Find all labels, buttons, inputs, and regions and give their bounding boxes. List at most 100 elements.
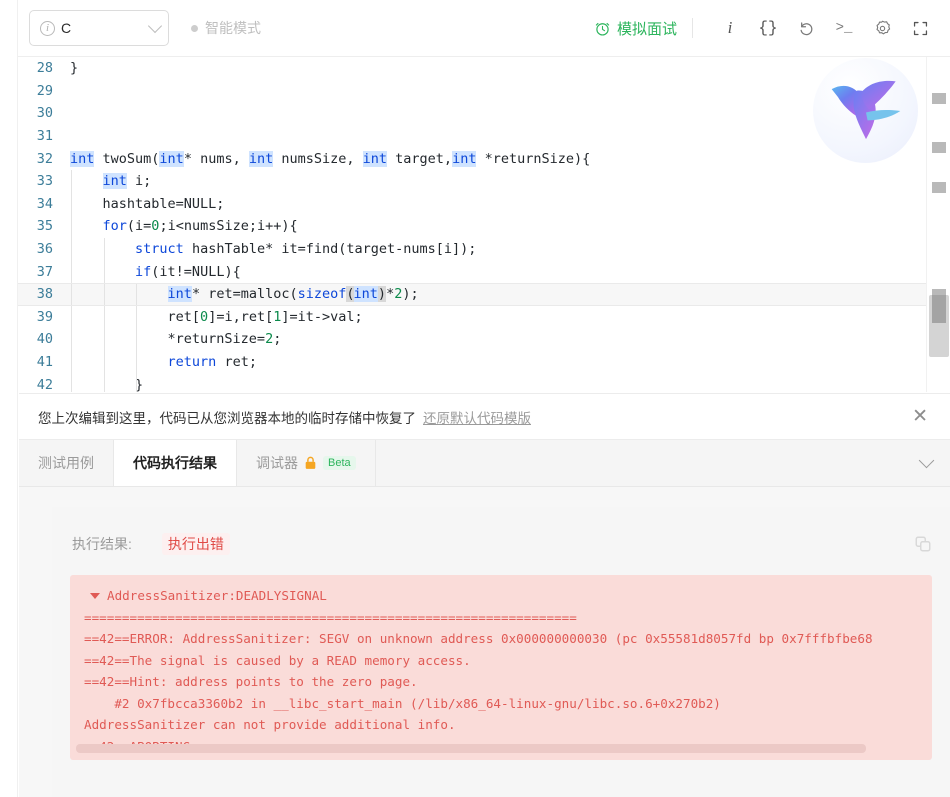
error-line: AddressSanitizer:DEADLYSIGNAL — [70, 585, 932, 607]
code-line[interactable]: 31 — [18, 125, 926, 148]
mock-interview-button[interactable]: 模拟面试 — [594, 18, 677, 39]
code-text: int i; — [102, 173, 152, 190]
code-line[interactable]: 39 ret[0]=i,ret[1]=it->val; — [18, 305, 926, 329]
code-text: ret[0]=i,ret[1]=it->val; — [167, 308, 363, 325]
code-editor[interactable]: 28} 29 30 31 32 int twoSum(int* nums, int num… — [18, 57, 926, 392]
code-line[interactable]: 35 for(i=0;i<numsSize;i++){ — [18, 215, 926, 238]
tab-testcases[interactable]: 测试用例 — [19, 440, 114, 486]
smart-mode-label: 智能模式 — [205, 20, 261, 36]
result-card: 执行结果: 执行出错 AddressSanitizer:DEADLYSIGNAL… — [52, 507, 950, 797]
code-line[interactable]: 37 if(it!=NULL){ — [18, 260, 926, 283]
tab-debugger-label: 调试器 — [256, 455, 298, 471]
language-select[interactable]: i C — [29, 10, 169, 46]
code-line[interactable]: 36 struct hashTable* it=find(target-nums… — [18, 237, 926, 261]
code-text: } — [70, 60, 79, 77]
result-header: 执行结果: 执行出错 — [52, 507, 950, 555]
code-line[interactable]: 30 — [18, 102, 926, 125]
caret-down-icon[interactable] — [90, 592, 100, 599]
line-number: 29 — [36, 82, 53, 99]
restore-default-template-link[interactable]: 还原默认代码模版 — [423, 407, 531, 427]
copy-icon[interactable] — [914, 535, 932, 553]
line-number: 32 — [36, 150, 53, 167]
code-text: int* ret=malloc(sizeof(int)*2); — [167, 286, 419, 303]
code-text: *returnSize=2; — [70, 331, 282, 348]
left-rail — [0, 0, 18, 797]
line-number: 36 — [36, 241, 53, 258]
info-circle-icon: i — [40, 20, 55, 36]
tab-debugger[interactable]: 调试器 Beta — [237, 440, 376, 486]
smart-mode-toggle[interactable]: 智能模式 — [191, 18, 261, 38]
code-editor-page: i C 智能模式 模拟面试 i {} >_ 28} 29 30 31 32 i… — [0, 0, 950, 797]
code-text: if(it!=NULL){ — [135, 263, 241, 280]
result-tabbar: 测试用例 代码执行结果 调试器 Beta — [19, 440, 950, 487]
undo-icon — [800, 22, 813, 36]
gear-icon — [875, 20, 890, 34]
toolbar-divider — [692, 18, 693, 38]
code-text: return ret; — [167, 354, 257, 371]
line-number: 34 — [36, 195, 53, 212]
line-number: 31 — [36, 128, 53, 145]
format-code-button[interactable]: {} — [752, 12, 784, 44]
editor-scrollbar-thumb[interactable] — [929, 295, 949, 357]
code-line[interactable]: 40 *returnSize=2; — [18, 328, 926, 351]
code-text: struct hashTable* it=find(target-nums[i]… — [135, 241, 477, 258]
hummingbird-logo — [813, 58, 918, 163]
error-line: ========================================… — [84, 609, 577, 625]
code-lines[interactable]: 28} 29 30 31 32 int twoSum(int* nums, int num… — [18, 57, 926, 392]
code-line[interactable]: 34 hashtable=NULL; — [18, 192, 926, 216]
code-text: } — [70, 376, 144, 392]
restore-notice: 您上次编辑到这里，代码已从您浏览器本地的临时存储中恢复了 还原默认代码模版 ✕ — [19, 393, 950, 440]
language-value: C — [61, 20, 72, 36]
lock-icon — [305, 456, 316, 469]
execution-result-panel: 执行结果: 执行出错 AddressSanitizer:DEADLYSIGNAL… — [19, 487, 950, 797]
reset-button[interactable] — [790, 12, 822, 44]
close-icon[interactable]: ✕ — [906, 403, 934, 430]
error-line: AddressSanitizer can not provide additio… — [84, 717, 456, 732]
line-number: 38 — [36, 286, 53, 303]
error-lines: AddressSanitizer:DEADLYSIGNAL ===========… — [70, 585, 932, 757]
fullscreen-icon — [913, 21, 927, 35]
line-number: 41 — [36, 354, 53, 371]
error-output-block[interactable]: AddressSanitizer:DEADLYSIGNAL ===========… — [70, 575, 932, 760]
line-number: 37 — [36, 263, 53, 280]
code-line[interactable]: 41 return ret; — [18, 350, 926, 374]
fullscreen-button[interactable] — [904, 12, 936, 44]
info-button[interactable]: i — [714, 12, 746, 44]
smart-mode-dot-icon — [191, 24, 198, 32]
editor-toolbar: i C 智能模式 模拟面试 i {} >_ — [18, 0, 950, 57]
line-number: 39 — [36, 308, 53, 325]
code-line[interactable]: 28} — [18, 57, 926, 80]
code-line[interactable]: 32 int twoSum(int* nums, int numsSize, in… — [18, 147, 926, 170]
status-badge: 执行出错 — [161, 533, 230, 555]
code-text: hashtable=NULL; — [70, 195, 225, 212]
error-line: ==42==The signal is caused by a READ mem… — [84, 652, 471, 668]
code-line[interactable]: 33 int i; — [18, 169, 926, 193]
error-line-text: AddressSanitizer:DEADLYSIGNAL — [107, 588, 327, 603]
console-button[interactable]: >_ — [828, 12, 860, 44]
alarm-clock-icon — [595, 22, 610, 36]
info-glyph: i — [727, 18, 733, 37]
code-text: for(i=0;i<numsSize;i++){ — [102, 218, 298, 235]
line-number: 28 — [36, 60, 53, 77]
line-number: 40 — [36, 331, 53, 348]
beta-badge: Beta — [323, 456, 356, 470]
line-number: 33 — [36, 173, 53, 190]
result-label: 执行结果: — [72, 536, 132, 552]
error-horizontal-scrollbar[interactable] — [76, 744, 866, 753]
code-text: int twoSum(int* nums, int numsSize, int … — [70, 150, 591, 167]
tab-testcases-label: 测试用例 — [38, 455, 94, 471]
code-line[interactable]: 38 int* ret=malloc(sizeof(int)*2); — [18, 282, 926, 306]
braces-glyph: {} — [758, 19, 778, 37]
tab-execution-result[interactable]: 代码执行结果 — [114, 440, 237, 486]
chevron-down-icon — [918, 452, 935, 468]
editor-overview-ruler[interactable] — [926, 57, 950, 392]
collapse-panel-button[interactable] — [903, 440, 950, 486]
terminal-icon: >_ — [835, 20, 853, 36]
error-line: #2 0x7fbcca3360b2 in __libc_start_main (… — [84, 695, 721, 711]
code-line[interactable]: 42 } — [18, 373, 926, 392]
settings-button[interactable] — [866, 12, 898, 44]
code-line[interactable]: 29 — [18, 80, 926, 103]
